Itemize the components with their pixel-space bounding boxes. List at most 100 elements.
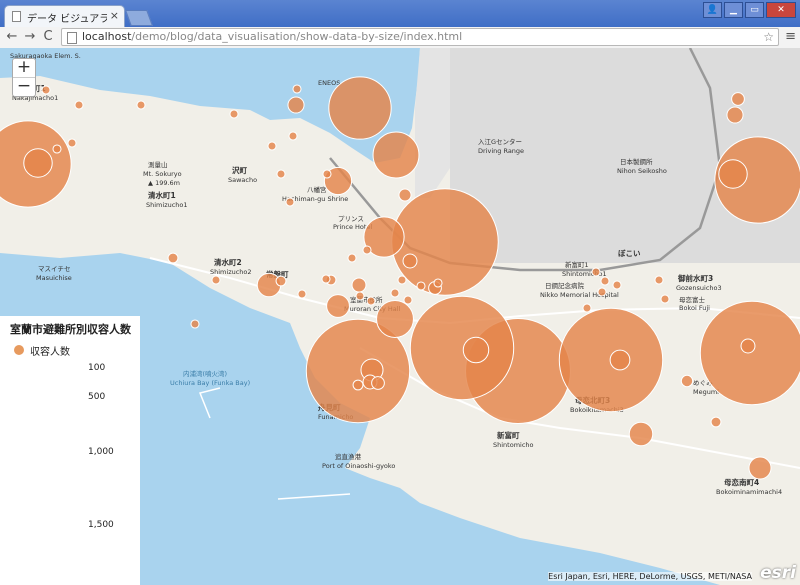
place-label: Nihon Seikosho <box>617 167 667 175</box>
shelter-marker[interactable] <box>731 92 745 106</box>
place-label: Bokoiminamimachi4 <box>716 488 782 496</box>
page-icon <box>12 11 21 22</box>
shelter-marker[interactable] <box>292 84 302 94</box>
shelter-marker[interactable] <box>718 159 748 189</box>
zoom-out-button[interactable]: − <box>13 78 35 96</box>
shelter-marker[interactable] <box>23 148 53 178</box>
shelter-marker[interactable] <box>267 141 277 151</box>
shelter-marker[interactable] <box>600 276 610 286</box>
shelter-marker[interactable] <box>326 294 350 318</box>
shelter-marker[interactable] <box>229 109 239 119</box>
place-label: ぼこい <box>618 248 641 258</box>
place-label: Bokoi Fuji <box>679 304 710 312</box>
new-tab-button[interactable] <box>125 10 153 26</box>
place-label: Shimizucho2 <box>210 268 252 276</box>
shelter-marker[interactable] <box>366 296 376 306</box>
place-label: 入江Gセンター <box>478 137 522 146</box>
shelter-marker[interactable] <box>609 349 631 371</box>
minimize-button[interactable]: ▁ <box>724 2 743 18</box>
close-window-button[interactable]: ✕ <box>766 2 796 18</box>
bookmark-star-icon[interactable]: ☆ <box>763 29 774 45</box>
shelter-marker[interactable] <box>328 76 392 140</box>
shelter-marker[interactable] <box>167 252 179 264</box>
place-label: Sawacho <box>228 176 257 184</box>
forward-button[interactable]: → <box>22 29 38 44</box>
browser-window: データ ビジュアライゼー × 👤 ▁ ▭ ✕ ← → C localhost/d… <box>0 0 800 585</box>
shelter-marker[interactable] <box>285 197 295 207</box>
shelter-marker[interactable] <box>597 287 607 297</box>
map-view[interactable]: Sakuragaoka Elem. S.中島町1Nakajimacho1測量山M… <box>0 47 800 585</box>
menu-icon[interactable]: ≡ <box>785 29 796 44</box>
shelter-marker[interactable] <box>376 300 414 338</box>
shelter-marker[interactable] <box>288 131 298 141</box>
shelter-marker[interactable] <box>591 267 601 277</box>
shelter-marker[interactable] <box>654 275 664 285</box>
shelter-marker[interactable] <box>462 336 490 364</box>
shelter-marker[interactable] <box>347 253 357 263</box>
zoom-control[interactable]: + − <box>12 58 36 97</box>
url-text: localhost/demo/blog/data_visualisation/s… <box>82 30 463 43</box>
shelter-marker[interactable] <box>371 376 385 390</box>
reload-button[interactable]: C <box>40 29 56 44</box>
shelter-marker[interactable] <box>352 379 364 391</box>
shelter-marker[interactable] <box>433 278 443 288</box>
shelter-marker[interactable] <box>256 272 282 298</box>
shelter-marker[interactable] <box>403 295 413 305</box>
shelter-marker[interactable] <box>628 421 654 447</box>
shelter-marker[interactable] <box>391 188 499 296</box>
user-icon[interactable]: 👤 <box>703 2 722 18</box>
shelter-marker[interactable] <box>748 456 772 480</box>
shelter-marker[interactable] <box>211 275 221 285</box>
place-label: Driving Range <box>478 147 524 155</box>
shelter-marker[interactable] <box>397 275 407 285</box>
place-label: 母恋富士 <box>679 295 706 304</box>
restore-button[interactable]: ▭ <box>745 2 764 18</box>
browser-tab[interactable]: データ ビジュアライゼー × <box>4 5 125 27</box>
shelter-marker[interactable] <box>372 131 420 179</box>
shelter-marker[interactable] <box>136 100 146 110</box>
shelter-marker[interactable] <box>402 253 418 269</box>
shelter-marker[interactable] <box>710 416 722 428</box>
shelter-marker[interactable] <box>355 291 365 301</box>
shelter-marker[interactable] <box>398 188 412 202</box>
esri-logo: esri <box>760 563 796 583</box>
shelter-marker[interactable] <box>612 280 622 290</box>
shelter-marker[interactable] <box>409 295 515 401</box>
shelter-marker[interactable] <box>322 169 332 179</box>
back-button[interactable]: ← <box>4 29 20 44</box>
shelter-marker[interactable] <box>321 274 331 284</box>
tab-close-icon[interactable]: × <box>110 9 119 22</box>
title-bar: データ ビジュアライゼー × 👤 ▁ ▭ ✕ <box>0 0 800 27</box>
shelter-marker[interactable] <box>190 319 200 329</box>
shelter-marker[interactable] <box>297 289 307 299</box>
place-label: 新富町1 <box>565 260 589 269</box>
place-label: Mt. Sokuryo <box>143 170 182 178</box>
shelter-marker[interactable] <box>67 138 77 148</box>
shelter-marker[interactable] <box>362 245 372 255</box>
place-label: 日鋼記念病院 <box>545 281 585 290</box>
place-label: 清水町2 <box>214 257 242 267</box>
shelter-marker[interactable] <box>416 281 426 291</box>
shelter-marker[interactable] <box>390 288 400 298</box>
shelter-marker[interactable] <box>41 85 51 95</box>
shelter-marker[interactable] <box>582 303 592 313</box>
legend-label-1500: 1,500 <box>88 520 114 530</box>
legend-subtitle: 収容人数 <box>30 347 70 358</box>
address-bar[interactable]: localhost/demo/blog/data_visualisation/s… <box>61 28 779 46</box>
shelter-marker[interactable] <box>276 169 286 179</box>
place-label: 内浦湾(噴火湾) <box>183 369 227 378</box>
browser-toolbar: ← → C localhost/demo/blog/data_visualisa… <box>0 27 800 49</box>
shelter-marker[interactable] <box>660 294 670 304</box>
page-icon <box>67 32 77 44</box>
place-label: Shimizucho1 <box>146 201 188 209</box>
shelter-marker[interactable] <box>287 96 305 114</box>
shelter-marker[interactable] <box>726 106 744 124</box>
shelter-marker[interactable] <box>680 374 694 388</box>
place-label: マスイチセ <box>38 265 71 273</box>
shelter-marker[interactable] <box>351 277 367 293</box>
shelter-marker[interactable] <box>740 338 756 354</box>
legend-label-1000: 1,000 <box>88 447 114 457</box>
shelter-marker[interactable] <box>275 275 287 287</box>
shelter-marker[interactable] <box>74 100 84 110</box>
shelter-marker[interactable] <box>52 144 62 154</box>
